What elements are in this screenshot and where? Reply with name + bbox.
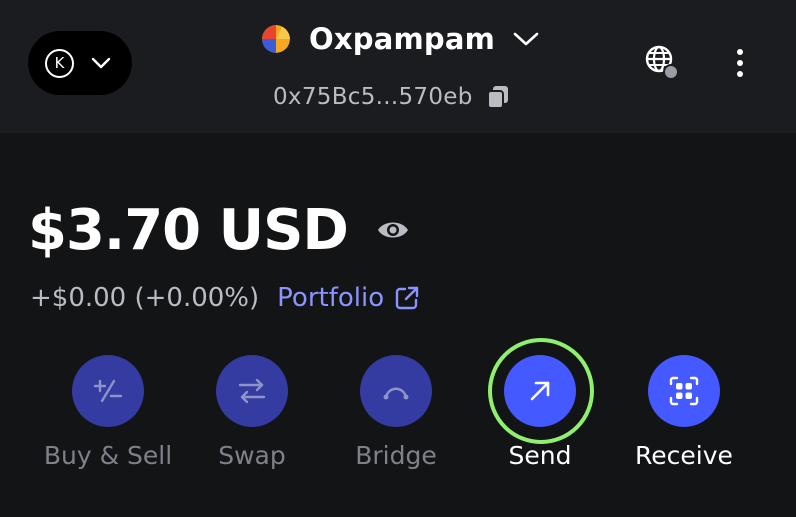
send-button[interactable]: Send <box>468 355 612 470</box>
account-address-button[interactable]: 0x75Bc5...570eb <box>273 82 511 112</box>
bridge-label: Bridge <box>355 441 437 470</box>
external-link-icon <box>394 285 420 311</box>
receive-label: Receive <box>635 441 733 470</box>
swap-icon <box>216 355 288 427</box>
account-avatar-icon <box>262 25 290 53</box>
chevron-down-icon <box>513 31 539 47</box>
buy-sell-label: Buy & Sell <box>43 441 173 470</box>
receive-button[interactable]: Receive <box>612 355 756 470</box>
balance-row: $3.70 USD <box>28 195 410 265</box>
account-selector-button[interactable]: Oxpampam <box>262 22 539 56</box>
network-initial: K <box>54 54 65 72</box>
balance-change: +$0.00 (+0.00%) <box>30 283 260 313</box>
portfolio-link[interactable]: Portfolio <box>277 283 420 313</box>
account-name: Oxpampam <box>309 22 496 56</box>
copy-icon <box>485 84 511 110</box>
network-selector-button[interactable]: K <box>28 31 132 95</box>
wallet-app: K Oxpampam 0x75Bc5...570eb $3.70 USD +$0… <box>0 0 796 517</box>
balance-change-row: +$0.00 (+0.00%) Portfolio <box>30 280 420 316</box>
buy-sell-icon <box>72 355 144 427</box>
bridge-icon <box>360 355 432 427</box>
eye-icon[interactable] <box>376 218 410 242</box>
swap-label: Swap <box>218 441 286 470</box>
buy-sell-button[interactable]: Buy & Sell <box>36 355 180 470</box>
bridge-button[interactable]: Bridge <box>324 355 468 470</box>
chevron-down-icon <box>91 57 111 69</box>
balance-amount: $3.70 USD <box>28 197 349 263</box>
account-address: 0x75Bc5...570eb <box>273 84 473 110</box>
header: K Oxpampam 0x75Bc5...570eb <box>0 0 796 133</box>
more-options-icon[interactable] <box>727 44 753 82</box>
swap-button[interactable]: Swap <box>180 355 324 470</box>
send-arrow-icon <box>504 355 576 427</box>
globe-connection-icon[interactable] <box>643 43 681 81</box>
network-avatar: K <box>45 48 74 78</box>
portfolio-label: Portfolio <box>277 283 385 313</box>
send-label: Send <box>508 441 572 470</box>
qr-code-icon <box>648 355 720 427</box>
